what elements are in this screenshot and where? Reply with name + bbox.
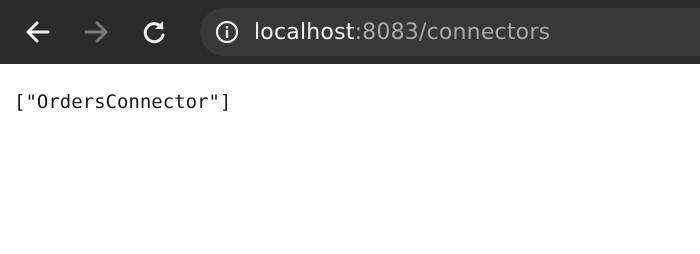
browser-toolbar: localhost:8083/connectors — [0, 0, 700, 64]
reload-button[interactable] — [136, 14, 172, 50]
json-response-text: ["OrdersConnector"] — [14, 91, 232, 113]
address-bar[interactable]: localhost:8083/connectors — [200, 8, 700, 56]
forward-button[interactable] — [78, 14, 114, 50]
reload-icon — [143, 21, 165, 44]
url-host: localhost — [254, 19, 355, 45]
arrow-left-icon — [26, 21, 50, 43]
info-icon[interactable] — [214, 19, 240, 45]
back-button[interactable] — [20, 14, 56, 50]
url-text[interactable]: localhost:8083/connectors — [254, 20, 550, 45]
url-path: :8083/connectors — [354, 19, 551, 45]
arrow-right-icon — [84, 21, 108, 43]
